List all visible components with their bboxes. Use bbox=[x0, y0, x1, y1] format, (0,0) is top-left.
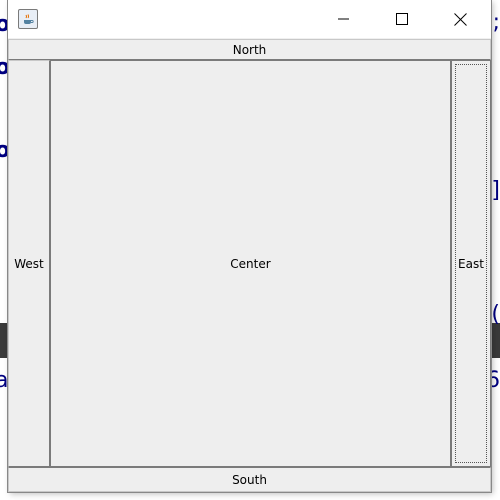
north-button[interactable]: North bbox=[8, 39, 491, 60]
java-cup-icon bbox=[24, 14, 34, 24]
title-bar[interactable] bbox=[8, 0, 491, 38]
focus-ring bbox=[455, 64, 487, 463]
code-fragment: ; bbox=[492, 10, 500, 35]
app-window: North West Center East South bbox=[8, 0, 491, 492]
code-fragment: ] bbox=[491, 178, 500, 203]
maximize-icon bbox=[396, 13, 408, 25]
close-button[interactable] bbox=[437, 0, 483, 38]
east-button[interactable]: East bbox=[451, 60, 491, 467]
close-icon bbox=[453, 12, 467, 26]
maximize-button[interactable] bbox=[379, 0, 425, 38]
code-fragment: ( bbox=[491, 302, 500, 327]
minimize-button[interactable] bbox=[321, 0, 367, 38]
minimize-icon bbox=[338, 18, 349, 20]
center-button[interactable]: Center bbox=[50, 60, 451, 467]
south-button[interactable]: South bbox=[8, 467, 491, 492]
java-icon[interactable] bbox=[18, 9, 38, 29]
west-button[interactable]: West bbox=[8, 60, 50, 467]
